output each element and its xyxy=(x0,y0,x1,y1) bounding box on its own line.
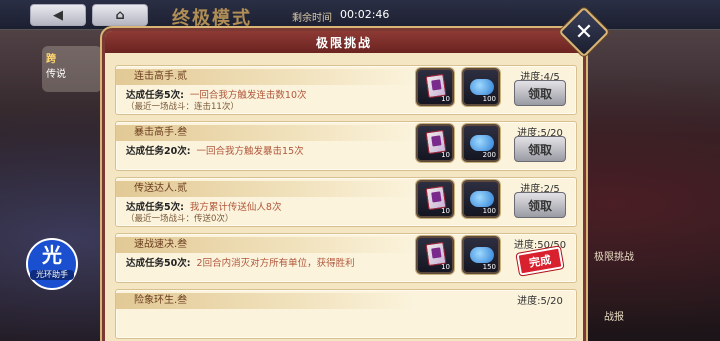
task-recent: （最近一场战斗：传送0次） xyxy=(126,214,234,224)
task-list: 连击高手.贰 达成任务5次: 一回合我方触发连击数10次 （最近一场战斗：连击11… xyxy=(115,65,577,341)
extreme-challenge-label: 极限挑战 xyxy=(594,252,634,263)
cloud-jade-icon xyxy=(470,79,494,95)
reward-qty: 100 xyxy=(482,95,496,103)
close-icon[interactable]: ✕ xyxy=(566,14,602,50)
reward-jade-item[interactable]: 100 xyxy=(462,68,500,106)
task-title: 连击高手.贰 xyxy=(116,69,416,85)
helper-badge-label: 光环助手 xyxy=(30,270,74,280)
reward-qty: 10 xyxy=(441,95,450,103)
reward-qty: 200 xyxy=(482,151,496,159)
task-requirement: 达成任务50次: 2回合内消灭对方所有单位，获得胜利 xyxy=(126,255,355,269)
back-button[interactable]: ◀ xyxy=(30,4,86,26)
cloud-jade-icon xyxy=(470,247,494,263)
task-desc: 一回合我方触发暴击15次 xyxy=(196,146,304,157)
side-info-panel: 跨 传说 xyxy=(42,46,102,92)
task-requirement: 达成任务20次: 一回合我方触发暴击15次 xyxy=(126,143,304,157)
reward-jade-item[interactable]: 100 xyxy=(462,180,500,218)
task-row: 传送达人.贰 达成任务5次: 我方累计传送仙人8次 （最近一场战斗：传送0次） 1… xyxy=(115,177,577,227)
battle-report-button[interactable]: 战报 xyxy=(592,312,636,341)
challenge-panel: 极限挑战 连击高手.贰 达成任务5次: 一回合我方触发连击数10次 （最近一场战斗… xyxy=(102,28,586,341)
reward-qty: 10 xyxy=(441,207,450,215)
reward-qty: 100 xyxy=(482,207,496,215)
reward-card-item[interactable]: 10 xyxy=(416,68,454,106)
reward-qty: 10 xyxy=(441,263,450,271)
timer-label: 剩余时间 xyxy=(292,13,332,24)
reward-jade-item[interactable]: 200 xyxy=(462,124,500,162)
task-desc: 2回合内消灭对方所有单位，获得胜利 xyxy=(196,258,355,269)
task-row: 暴击高手.叁 达成任务20次: 一回合我方触发暴击15次 10 200 进度:5/… xyxy=(115,121,577,171)
mode-title: 终极模式 xyxy=(172,8,252,29)
reward-jade-item[interactable]: 150 xyxy=(462,236,500,274)
task-requirement: 达成任务5次: 一回合我方触发连击数10次 xyxy=(126,87,307,101)
task-row: 险象环生.叁 进度:5/20 xyxy=(115,289,577,339)
home-icon: ⌂ xyxy=(115,7,125,23)
side-info-line2: 传说 xyxy=(46,69,66,80)
panel-title: 极限挑战 xyxy=(315,35,372,50)
cloud-jade-icon xyxy=(470,135,494,151)
task-progress: 进度:5/20 xyxy=(517,296,563,307)
helper-badge[interactable]: 光 光环助手 xyxy=(26,238,78,290)
helper-badge-glyph: 光 xyxy=(42,243,62,267)
panel-header: 极限挑战 xyxy=(105,31,583,53)
reward-qty: 150 xyxy=(482,263,496,271)
side-info-line1: 跨 xyxy=(46,54,56,65)
reward-card-item[interactable]: 10 xyxy=(416,124,454,162)
reward-card-item[interactable]: 10 xyxy=(416,180,454,218)
task-row: 连击高手.贰 达成任务5次: 一回合我方触发连击数10次 （最近一场战斗：连击11… xyxy=(115,65,577,115)
reward-card-item[interactable]: 10 xyxy=(416,236,454,274)
claim-button[interactable]: 领取 xyxy=(514,136,566,162)
claim-button[interactable]: 领取 xyxy=(514,192,566,218)
task-recent: （最近一场战斗：连击11次） xyxy=(126,102,239,112)
task-row: 速战速决.叁 达成任务50次: 2回合内消灭对方所有单位，获得胜利 10 150 … xyxy=(115,233,577,283)
extreme-challenge-button[interactable]: 极限挑战 xyxy=(592,252,636,288)
task-title: 险象环生.叁 xyxy=(116,293,416,309)
task-title: 暴击高手.叁 xyxy=(116,125,416,141)
battle-report-label: 战报 xyxy=(604,312,624,323)
task-count: 达成任务50次: xyxy=(126,258,191,269)
top-bar: ◀ ⌂ 终极模式 剩余时间 00:02:46 xyxy=(0,0,720,30)
claim-button[interactable]: 领取 xyxy=(514,80,566,106)
task-requirement: 达成任务5次: 我方累计传送仙人8次 xyxy=(126,199,281,213)
timer-value: 00:02:46 xyxy=(340,8,390,21)
reward-qty: 10 xyxy=(441,151,450,159)
task-title: 传送达人.贰 xyxy=(116,181,416,197)
task-title: 速战速决.叁 xyxy=(116,237,416,253)
back-arrow-icon: ◀ xyxy=(53,7,63,23)
cloud-jade-icon xyxy=(470,191,494,207)
task-count: 达成任务20次: xyxy=(126,146,191,157)
home-button[interactable]: ⌂ xyxy=(92,4,148,26)
